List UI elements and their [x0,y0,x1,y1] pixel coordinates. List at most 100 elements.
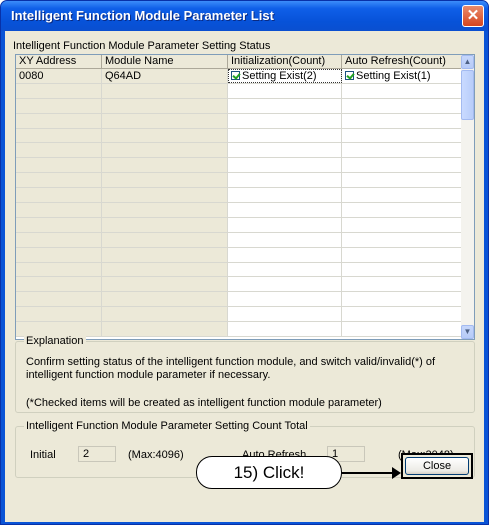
empty-cell [16,98,102,113]
explanation-line-1: Confirm setting status of the intelligen… [26,356,436,368]
table-row[interactable] [16,217,463,233]
empty-cell [228,217,342,232]
empty-cell [342,262,463,277]
empty-cell [102,247,228,262]
table-row[interactable] [16,203,463,218]
empty-cell [228,113,342,128]
empty-cell [16,188,102,203]
empty-cell [102,262,228,277]
empty-cell [16,143,102,158]
initial-max-label: (Max:4096) [128,449,184,461]
explanation-note: (*Checked items will be created as intel… [26,397,382,409]
empty-cell [102,128,228,143]
initial-label: Initial [30,449,56,461]
empty-cell [16,173,102,188]
empty-cell [102,307,228,322]
close-window-icon[interactable]: ✕ [462,5,484,27]
empty-cell [342,203,463,217]
empty-cell [228,307,342,322]
count-total-title: Intelligent Function Module Parameter Se… [24,420,310,432]
table-row[interactable] [16,292,463,308]
empty-cell [102,203,228,217]
dialog-window: Intelligent Function Module Parameter Li… [0,0,489,525]
table-row[interactable] [16,247,463,263]
table-row[interactable] [16,143,463,159]
empty-cell [102,188,228,203]
auto-refresh-checkbox[interactable] [345,71,354,80]
empty-cell [228,143,342,158]
table-row[interactable] [16,128,463,144]
callout-arrow-head-icon [392,467,401,479]
empty-cell [228,292,342,307]
window-title: Intelligent Function Module Parameter Li… [11,8,274,23]
empty-cell [102,98,228,113]
empty-cell [228,128,342,143]
empty-cell [102,173,228,188]
empty-cell [16,247,102,262]
dialog-body: Intelligent Function Module Parameter Se… [5,31,484,522]
empty-cell [16,113,102,128]
empty-cell [228,247,342,262]
table-row[interactable] [16,83,463,99]
empty-cell [342,232,463,247]
empty-cell [228,322,342,337]
empty-cell [228,173,342,188]
table-row[interactable] [16,262,463,278]
table-row[interactable] [16,277,463,293]
header-xy-address[interactable]: XY Address [16,55,102,69]
empty-cell [228,188,342,203]
table-row[interactable] [16,173,463,189]
explanation-line-2: intelligent function module parameter if… [26,369,271,381]
header-auto-refresh[interactable]: Auto Refresh(Count) [342,55,463,69]
empty-cell [342,292,463,307]
table-row[interactable] [16,307,463,323]
xy-address-cell: 0080 [16,69,102,83]
empty-cell [102,277,228,292]
initialization-checkbox[interactable] [231,71,240,80]
scroll-thumb[interactable] [461,70,474,120]
initialization-cell[interactable]: Setting Exist(2) [228,69,342,83]
table-scrollbar[interactable]: ▲ ▼ [461,55,474,339]
empty-cell [16,307,102,322]
table-header: XY Address Module Name Initialization(Co… [16,55,463,69]
empty-cell [228,232,342,247]
table-row[interactable] [16,98,463,114]
table-row[interactable] [16,158,463,174]
table-row[interactable] [16,188,463,204]
empty-cell [342,188,463,203]
callout-arrow-line [342,472,394,474]
empty-cell [342,217,463,232]
header-initialization[interactable]: Initialization(Count) [228,55,342,69]
auto-refresh-cell[interactable]: Setting Exist(1) [342,69,463,83]
empty-cell [102,232,228,247]
scroll-up-icon[interactable]: ▲ [461,55,474,69]
empty-cell [342,83,463,98]
table-row[interactable] [16,232,463,248]
explanation-text: Confirm setting status of the intelligen… [26,356,435,382]
table-row[interactable]: 0080 Q64AD Setting Exist(2) Setting Exis… [16,69,463,84]
table-row[interactable] [16,113,463,129]
empty-cell [16,292,102,307]
empty-cell [102,143,228,158]
empty-cell [228,98,342,113]
empty-cell [342,247,463,262]
empty-cell [102,83,228,98]
title-bar[interactable]: Intelligent Function Module Parameter Li… [1,1,488,31]
table-body: 0080 Q64AD Setting Exist(2) Setting Exis… [16,69,463,338]
close-button-highlight: Close [401,453,473,479]
empty-cell [342,173,463,188]
instruction-callout: 15) Click! [196,456,342,489]
empty-cell [228,83,342,98]
empty-cell [342,143,463,158]
empty-cell [16,262,102,277]
empty-cell [16,322,102,337]
empty-cell [342,277,463,292]
empty-cell [16,158,102,173]
close-button[interactable]: Close [405,457,469,475]
header-module-name[interactable]: Module Name [102,55,228,69]
empty-cell [16,83,102,98]
empty-cell [342,128,463,143]
scroll-down-icon[interactable]: ▼ [461,325,474,339]
empty-cell [16,232,102,247]
initialization-value: Setting Exist(2) [242,70,317,82]
